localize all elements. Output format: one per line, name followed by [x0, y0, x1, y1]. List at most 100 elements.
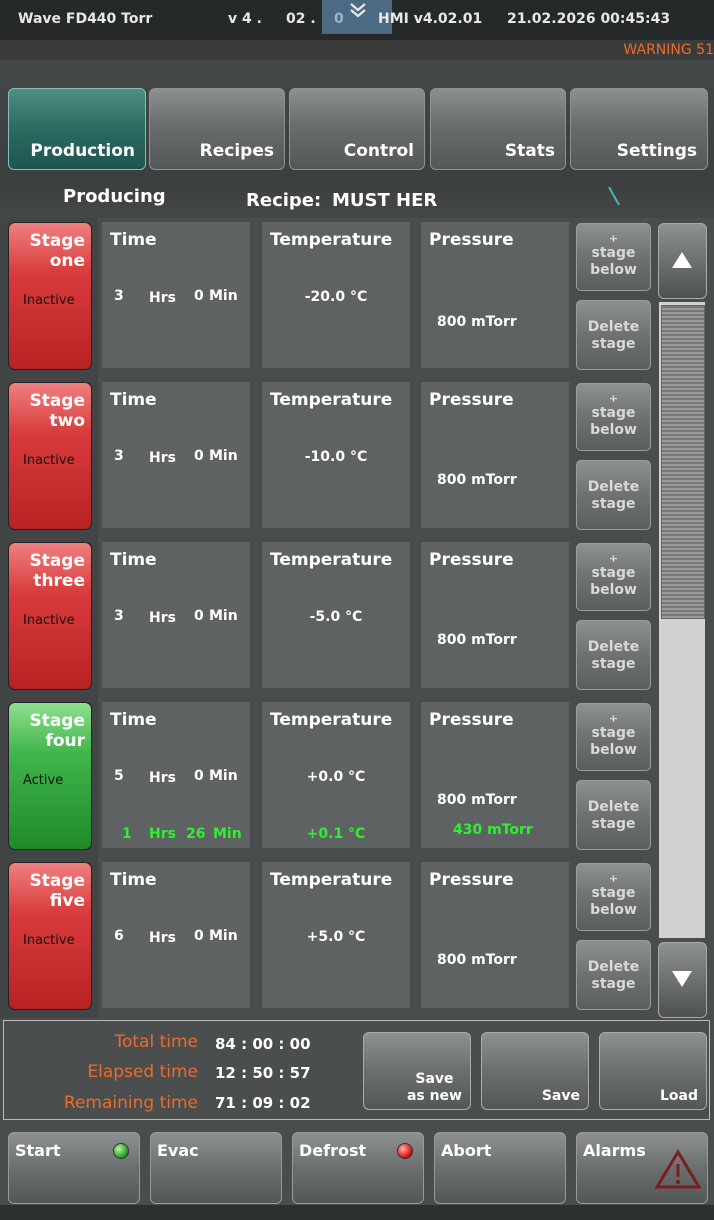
- add-line1: +: [608, 872, 619, 885]
- stage-five-time-cell[interactable]: Time 6 Hrs 0 Min: [102, 862, 250, 1008]
- temperature-heading: Temperature: [270, 390, 393, 410]
- stage-name-line2: three: [33, 571, 85, 591]
- stage-two-delete-button[interactable]: Delete stage: [576, 460, 651, 530]
- time-minutes: 0: [194, 928, 204, 944]
- save-button[interactable]: Save: [481, 1032, 589, 1110]
- stage-two-button[interactable]: Stage two Inactive: [8, 382, 92, 530]
- elapsed-time-value: 12 : 50 : 57: [215, 1064, 311, 1082]
- stage-three-pressure-cell[interactable]: Pressure 800 mTorr: [421, 542, 569, 688]
- stage-two-time-cell[interactable]: Time 3 Hrs 0 Min: [102, 382, 250, 528]
- stage-one-pressure-cell[interactable]: Pressure 800 mTorr: [421, 222, 569, 368]
- time-hours: 3: [114, 448, 124, 464]
- minutes-unit: Min: [209, 928, 238, 944]
- pressure-setpoint: 800 mTorr: [437, 632, 517, 648]
- pressure-heading: Pressure: [429, 390, 514, 410]
- stage-name-line2: two: [49, 411, 85, 431]
- abort-button[interactable]: Abort: [434, 1132, 566, 1204]
- tab-recipes[interactable]: Recipes: [149, 88, 285, 170]
- add-stage-label: + stage below: [577, 712, 650, 759]
- stage-two-temperature-cell[interactable]: Temperature -10.0 °C: [262, 382, 410, 528]
- tab-label: Control: [343, 141, 414, 161]
- add-stage-label: + stage below: [577, 392, 650, 439]
- stage-two-add-below-button[interactable]: + stage below: [576, 383, 651, 451]
- temperature-setpoint: +5.0 °C: [306, 929, 366, 945]
- stage-five-button[interactable]: Stage five Inactive: [8, 862, 92, 1010]
- elapsed-time-label: Elapsed time: [87, 1062, 198, 1082]
- scroll-up-button[interactable]: [658, 223, 707, 299]
- start-button[interactable]: Start: [8, 1132, 140, 1204]
- defrost-button[interactable]: Defrost: [292, 1132, 424, 1204]
- stage-three-add-below-button[interactable]: + stage below: [576, 543, 651, 611]
- alarms-label: Alarms: [583, 1141, 646, 1160]
- add-stage-label: + stage below: [577, 552, 650, 599]
- evac-label: Evac: [157, 1141, 199, 1160]
- stage-name-line1: Stage: [29, 391, 85, 411]
- stage-name-line2: five: [49, 891, 85, 911]
- save-as-new-line2: as new: [406, 1088, 462, 1104]
- alarms-button[interactable]: Alarms: [576, 1132, 708, 1204]
- stage-four-pressure-cell[interactable]: Pressure 800 mTorr 430 mTorr: [421, 702, 569, 848]
- warning-triangle-icon: [655, 1149, 701, 1189]
- evac-button[interactable]: Evac: [150, 1132, 282, 1204]
- delete-line2: stage: [591, 976, 636, 992]
- tab-settings[interactable]: Settings: [570, 88, 708, 170]
- stage-name-line2: one: [49, 251, 85, 271]
- add-line3: below: [590, 902, 637, 918]
- scroll-down-button[interactable]: [658, 942, 707, 1018]
- stage-one-delete-button[interactable]: Delete stage: [576, 300, 651, 370]
- stage-state: Inactive: [23, 933, 75, 948]
- remaining-time-label: Remaining time: [63, 1093, 198, 1113]
- stage-one-temperature-cell[interactable]: Temperature -20.0 °C: [262, 222, 410, 368]
- remaining-time-value: 71 : 09 : 02: [215, 1094, 311, 1112]
- delete-stage-label: Delete stage: [577, 479, 650, 513]
- stage-four-button[interactable]: Stage four Active: [8, 702, 92, 850]
- stage-five-add-below-button[interactable]: + stage below: [576, 863, 651, 931]
- stage-state: Inactive: [23, 293, 75, 308]
- stage-two-pressure-cell[interactable]: Pressure 800 mTorr: [421, 382, 569, 528]
- time-minutes: 0: [194, 448, 204, 464]
- stage-three-delete-button[interactable]: Delete stage: [576, 620, 651, 690]
- tab-stats[interactable]: Stats: [430, 88, 566, 170]
- scroll-thumb[interactable]: [661, 305, 705, 619]
- warning-text[interactable]: WARNING 51: [623, 42, 714, 58]
- tab-production[interactable]: Production: [8, 88, 146, 170]
- delete-stage-label: Delete stage: [577, 319, 650, 353]
- stage-one-time-cell[interactable]: Time 3 Hrs 0 Min: [102, 222, 250, 368]
- pressure-setpoint: 800 mTorr: [437, 792, 517, 808]
- version-part-3: 0: [334, 11, 344, 27]
- stage-one-button[interactable]: Stage one Inactive: [8, 222, 92, 370]
- delete-line1: Delete: [587, 479, 640, 495]
- time-minutes: 0: [194, 768, 204, 784]
- total-time-label: Total time: [114, 1032, 198, 1052]
- stage-five-delete-button[interactable]: Delete stage: [576, 940, 651, 1010]
- stage-one-add-below-button[interactable]: + stage below: [576, 223, 651, 291]
- save-as-new-button[interactable]: Save as new: [363, 1032, 471, 1110]
- stage-four-temperature-cell[interactable]: Temperature +0.0 °C +0.1 °C: [262, 702, 410, 848]
- chevron-down-icon: [348, 2, 368, 22]
- load-button[interactable]: Load: [599, 1032, 707, 1110]
- time-hours: 6: [114, 928, 124, 944]
- save-as-new-line1: Save: [415, 1071, 454, 1087]
- delete-line2: stage: [591, 336, 636, 352]
- save-label: Save: [541, 1088, 580, 1104]
- add-line2: stage: [591, 725, 636, 741]
- stage-five-pressure-cell[interactable]: Pressure 800 mTorr: [421, 862, 569, 1008]
- minutes-unit: Min: [209, 448, 238, 464]
- pressure-setpoint: 800 mTorr: [437, 952, 517, 968]
- stage-five-temperature-cell[interactable]: Temperature +5.0 °C: [262, 862, 410, 1008]
- tab-control[interactable]: Control: [289, 88, 425, 170]
- temperature-heading: Temperature: [270, 870, 393, 890]
- time-heading: Time: [110, 550, 157, 570]
- datetime: 21.02.2026 00:45:43: [507, 11, 671, 27]
- stage-name: Stage two: [29, 391, 85, 431]
- stage-three-button[interactable]: Stage three Inactive: [8, 542, 92, 690]
- stage-four-time-cell[interactable]: Time 5 Hrs 0 Min 1 Hrs 26 Min: [102, 702, 250, 848]
- stage-three-temperature-cell[interactable]: Temperature -5.0 °C: [262, 542, 410, 688]
- delete-stage-label: Delete stage: [577, 639, 650, 673]
- actual-hours: 1: [122, 826, 132, 842]
- pressure-heading: Pressure: [429, 230, 514, 250]
- stage-three-time-cell[interactable]: Time 3 Hrs 0 Min: [102, 542, 250, 688]
- stage-four-delete-button[interactable]: Delete stage: [576, 780, 651, 850]
- stage-four-add-below-button[interactable]: + stage below: [576, 703, 651, 771]
- version-part-1: v 4 .: [228, 11, 262, 27]
